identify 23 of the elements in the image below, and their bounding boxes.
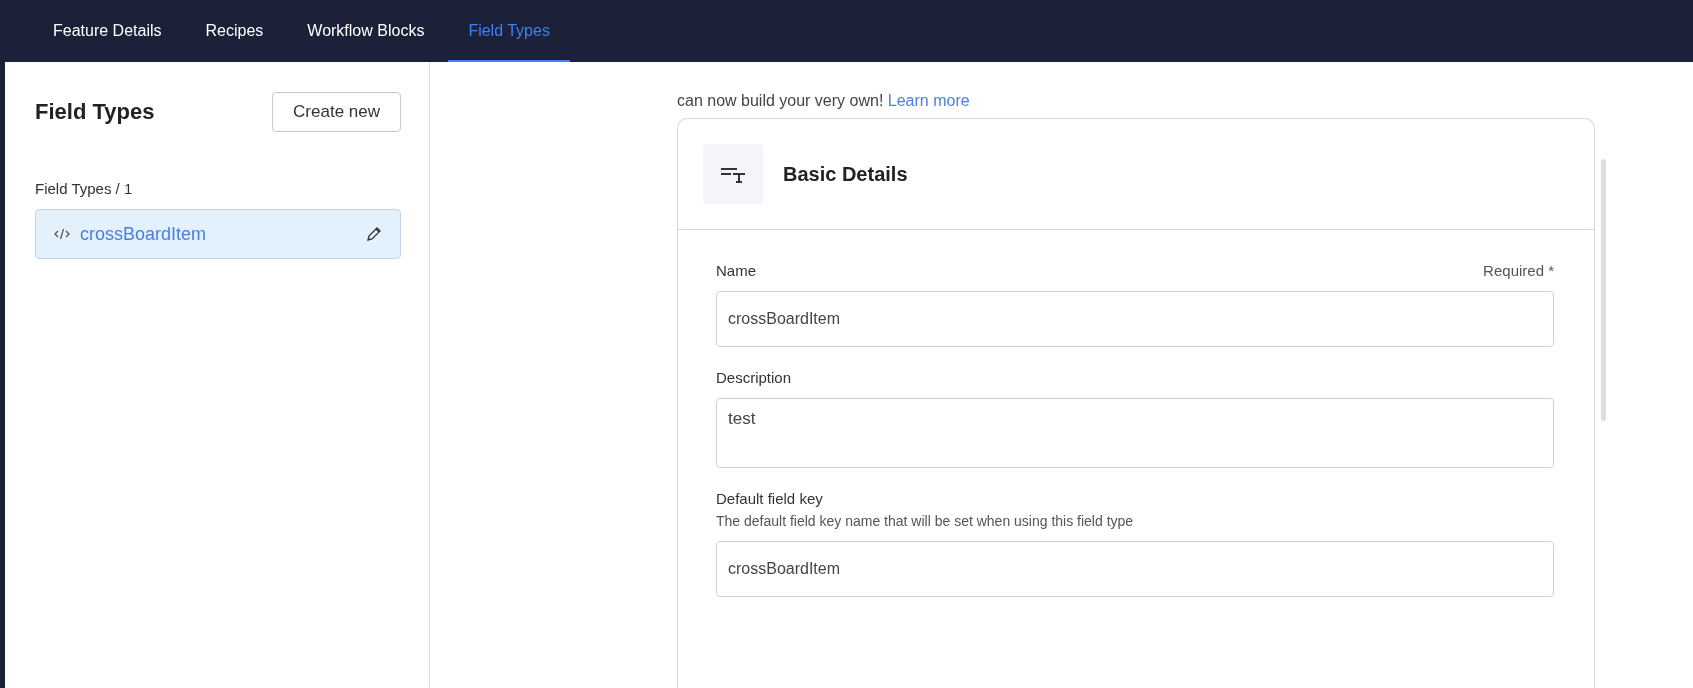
field-hint: The default field key name that will be set when using this field type <box>716 513 1135 529</box>
scrollbar[interactable] <box>1601 159 1606 421</box>
required-note: Required * <box>1483 262 1554 279</box>
nav-tab[interactable]: Field Types <box>448 2 570 62</box>
code-icon <box>54 228 70 240</box>
text-format-icon <box>703 144 763 204</box>
input-field[interactable]: crossBoardItem <box>716 541 1554 597</box>
create-new-button[interactable]: Create new <box>272 92 401 132</box>
input-field[interactable]: crossBoardItem <box>716 291 1554 347</box>
learn-more-link[interactable]: Learn more <box>887 92 970 109</box>
nav-tab[interactable]: Workflow Blocks <box>287 2 445 62</box>
breadcrumb: Field Types / 1 <box>35 180 134 197</box>
card-title: Basic Details <box>783 162 908 186</box>
field-label: Name <box>716 262 756 279</box>
field-label: Description <box>716 369 792 386</box>
sidebar-title: Field Types <box>35 99 155 125</box>
description-field[interactable]: test <box>716 398 1554 468</box>
pencil-icon[interactable] <box>366 226 382 242</box>
nav-tab[interactable]: Recipes <box>185 2 284 62</box>
field-label: Default field key <box>716 490 823 507</box>
nav-tab[interactable]: Feature Details <box>33 2 182 62</box>
item-label: crossBoardItem <box>80 223 208 245</box>
intro-text: can now build your very own! Learn more <box>677 92 971 110</box>
